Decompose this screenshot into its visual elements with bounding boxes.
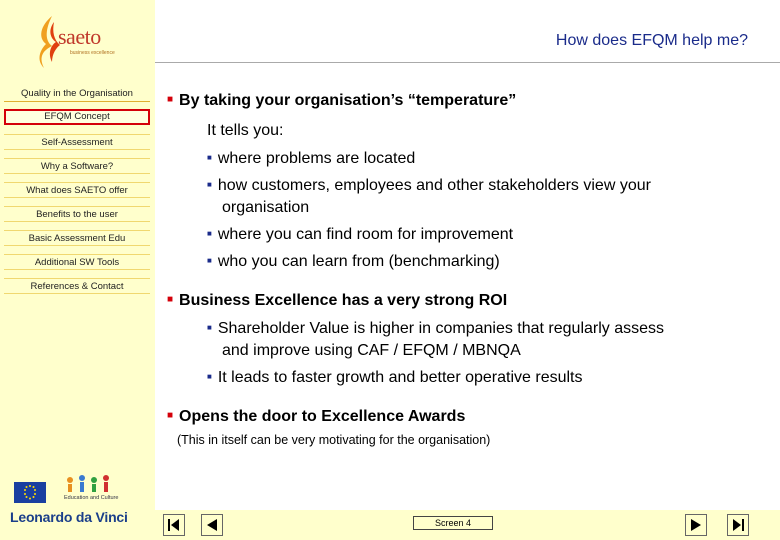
sidebar: saeto business excellence Quality in the… [0,0,155,540]
bullet-square-icon: ■ [207,229,212,238]
bullet-temperature: ■ By taking your organisation’s “temperat… [167,92,516,110]
intro-text: It tells you: [207,122,284,139]
arrow-right-icon [691,519,701,531]
leonardo-da-vinci-label: Leonardo da Vinci [10,509,128,525]
next-page-button[interactable] [685,514,707,536]
bullet-roi: ■ Business Excellence has a very strong R… [167,292,507,310]
bullet-square-icon: ■ [167,294,174,305]
bullet-awards-text: Opens the door to Excellence Awards [179,408,466,425]
list-item: ■ It leads to faster growth and better op… [207,369,583,386]
awards-note: (This in itself can be very motivating f… [177,433,491,447]
footer-navigation: Screen 4 [155,510,780,540]
sidebar-item-references[interactable]: References & Contact [4,278,150,294]
previous-page-button[interactable] [201,514,223,536]
bullet-square-icon: ■ [207,180,212,189]
bullet-roi-text: Business Excellence has a very strong RO… [179,292,508,309]
skip-forward-icon [733,519,744,531]
bullet-square-icon: ■ [167,410,174,421]
list-item: ■ Shareholder Value is higher in companie… [207,320,665,337]
list-item: ■ where you can find room for improvement [207,226,514,243]
list-item: ■ where problems are located [207,150,416,167]
main-content: ■ By taking your organisation’s “temperat… [155,62,780,510]
list-item-continuation: and improve using CAF / EFQM / MBNQA [222,342,521,359]
bullet-temperature-text: By taking your organisation’s “temperatu… [179,92,517,109]
bullet-square-icon: ■ [207,256,212,265]
logo-text: saeto [58,24,101,49]
education-culture-logo: Education and Culture [56,470,141,510]
list-item: ■ how customers, employees and other stak… [207,177,651,194]
sidebar-item-quality[interactable]: Quality in the Organisation [4,86,150,102]
sidebar-item-additional-tools[interactable]: Additional SW Tools [4,254,150,270]
list-item-continuation: organisation [222,199,310,216]
people-figures-icon [67,475,109,492]
screen-number: Screen 4 [413,516,493,530]
last-page-button[interactable] [727,514,749,536]
sidebar-item-self-assessment[interactable]: Self-Assessment [4,134,150,150]
bullet-square-icon: ■ [167,94,174,105]
sidebar-item-what-saeto-offers[interactable]: What does SAETO offer [4,182,150,198]
bullet-square-icon: ■ [207,153,212,162]
sidebar-item-basic-assessment[interactable]: Basic Assessment Edu [4,230,150,246]
saeto-logo: saeto business excellence [30,12,130,72]
arrow-left-icon [207,519,217,531]
bullet-awards: ■ Opens the door to Excellence Awards [167,408,465,426]
logo-subtitle: business excellence [70,50,115,56]
bullet-square-icon: ■ [207,372,212,381]
first-page-button[interactable] [163,514,185,536]
edu-logo-text: Education and Culture [64,495,119,501]
sidebar-item-benefits[interactable]: Benefits to the user [4,206,150,222]
sidebar-item-efqm-concept[interactable]: EFQM Concept [4,109,150,125]
page-title: How does EFQM help me? [555,32,748,49]
eu-flag-icon [14,482,46,503]
bullet-square-icon: ■ [207,323,212,332]
skip-back-icon [168,519,179,531]
list-item: ■ who you can learn from (benchmarking) [207,253,500,270]
sidebar-item-why-software[interactable]: Why a Software? [4,158,150,174]
